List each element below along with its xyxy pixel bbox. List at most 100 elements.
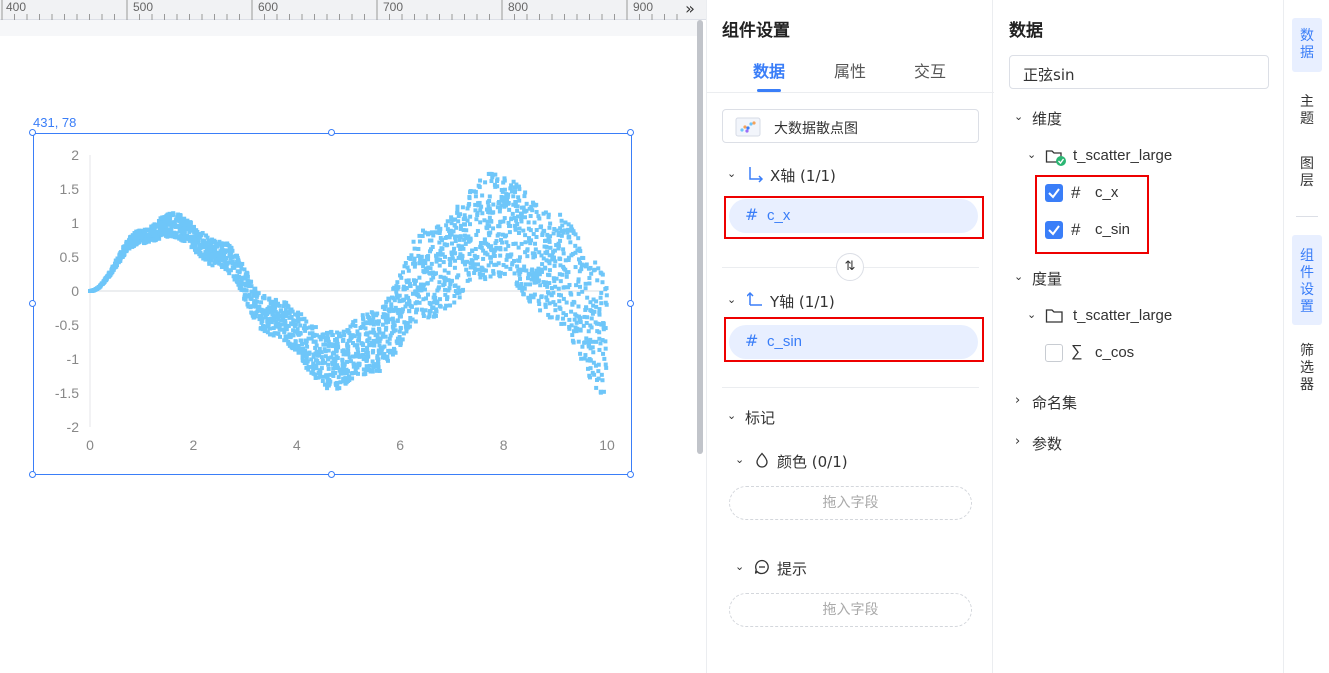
resize-handle-sw[interactable]	[29, 471, 36, 478]
scatter-point	[498, 245, 503, 250]
scatter-point	[234, 279, 239, 284]
scatter-point	[400, 270, 405, 275]
resize-handle-s[interactable]	[328, 471, 335, 478]
panel-title: 数据	[1009, 21, 1043, 41]
canvas-area[interactable]: 400 500 600 700 800 900 » 431, 78 2 1.5 1 0…	[0, 0, 706, 673]
scatter-point	[573, 243, 578, 248]
resize-handle-n[interactable]	[328, 129, 335, 136]
dataset-selector[interactable]: 正弦sin	[1009, 55, 1269, 89]
scatter-point	[371, 339, 376, 344]
rail-item-filters[interactable]: 筛选器	[1292, 343, 1322, 399]
tab-data[interactable]: 数据	[753, 58, 785, 82]
scatter-point	[567, 317, 572, 322]
scatter-point	[558, 212, 563, 217]
scatter-point	[554, 276, 559, 281]
scatter-point	[330, 344, 335, 349]
scatter-point	[395, 341, 400, 346]
chevron-right-icon[interactable]: ›	[1015, 393, 1020, 408]
chevron-down-icon[interactable]: ⌄	[1027, 308, 1036, 321]
chevron-down-icon[interactable]: ⌄	[1027, 148, 1036, 161]
scatter-point	[561, 247, 566, 252]
scatter-point	[580, 289, 585, 294]
chevron-right-icon[interactable]: ›	[1015, 434, 1020, 449]
scatter-point	[513, 226, 518, 231]
double-chevron-right-icon[interactable]: »	[680, 0, 700, 20]
scatter-point	[345, 329, 350, 334]
scatter-point	[364, 364, 369, 369]
scatter-point	[447, 286, 452, 291]
rail-item-component-settings[interactable]: 组件设置	[1292, 235, 1322, 325]
rail-item-layers[interactable]: 图层	[1292, 156, 1322, 196]
chart-type-selector[interactable]: 大数据散点图	[722, 109, 979, 143]
y-tick-label: -1	[67, 351, 80, 367]
chevron-down-icon[interactable]: ⌄	[735, 560, 744, 573]
scatter-point	[417, 288, 422, 293]
vertical-scrollbar[interactable]	[697, 20, 703, 454]
scatter-point	[363, 321, 368, 326]
resize-handle-ne[interactable]	[627, 129, 634, 136]
scatter-point	[334, 383, 339, 388]
scatter-point	[220, 258, 225, 263]
ruler-label: 900	[633, 0, 654, 14]
scatter-point	[404, 294, 409, 299]
named-sets-label[interactable]: 命名集	[1032, 392, 1077, 413]
tab-interaction[interactable]: 交互	[914, 58, 946, 82]
scatter-point	[384, 315, 389, 320]
tooltip-drop-zone[interactable]: 拖入字段	[729, 593, 972, 627]
rail-item-data[interactable]: 数据	[1292, 18, 1322, 72]
chevron-down-icon[interactable]: ⌄	[1014, 270, 1023, 283]
scatter-point	[402, 320, 407, 325]
scatter-point	[457, 295, 462, 300]
scatter-point	[602, 356, 607, 361]
scatter-point	[295, 313, 300, 318]
scatter-point	[417, 300, 422, 305]
scatter-point	[311, 352, 316, 357]
tab-properties[interactable]: 属性	[834, 58, 866, 82]
scatter-point	[576, 304, 581, 309]
dimension-table-name[interactable]: t_scatter_large	[1073, 147, 1172, 164]
scatter-point	[242, 293, 247, 298]
ruler-label: 800	[508, 0, 529, 14]
scatter-point	[226, 268, 231, 273]
chevron-down-icon[interactable]: ⌄	[727, 409, 736, 422]
chevron-down-icon[interactable]: ⌄	[727, 293, 736, 306]
resize-handle-se[interactable]	[627, 471, 634, 478]
y-axis-label: Y轴 (1/1)	[770, 293, 835, 311]
scatter-point	[523, 282, 528, 287]
scatter-point	[557, 299, 562, 304]
scatter-point	[428, 247, 433, 252]
color-drop-zone[interactable]: 拖入字段	[729, 486, 972, 520]
chevron-down-icon[interactable]: ⌄	[1014, 110, 1023, 123]
scatter-point	[380, 305, 385, 310]
component-settings-panel: 组件设置 数据 属性 交互 大数据散点图 ⌄ X轴 (1/1) # c_x ⇅ …	[706, 0, 994, 673]
chevron-down-icon[interactable]: ⌄	[735, 453, 744, 466]
measure-table-name[interactable]: t_scatter_large	[1073, 307, 1172, 324]
resize-handle-e[interactable]	[627, 300, 634, 307]
scatter-point	[319, 374, 324, 379]
scatter-point	[468, 261, 473, 266]
rail-item-theme[interactable]: 主题	[1292, 94, 1322, 134]
scatter-point	[553, 259, 558, 264]
scatter-point	[430, 305, 435, 310]
resize-handle-w[interactable]	[29, 300, 36, 307]
scatter-point	[361, 317, 366, 322]
chart-component[interactable]: 2 1.5 1 0.5 0 -0.5 -1 -1.5 -2 0 2 4 6 8 10	[33, 133, 632, 475]
swap-arrows-icon[interactable]: ⇅	[836, 253, 864, 281]
scatter-point	[335, 386, 340, 391]
parameters-label[interactable]: 参数	[1032, 433, 1062, 454]
scatter-point	[488, 171, 493, 176]
measure-field[interactable]: c_cos	[1095, 344, 1134, 361]
tooltip-label: 提示	[777, 560, 808, 578]
checkbox-unchecked[interactable]	[1045, 344, 1063, 362]
panel-title: 组件设置	[722, 21, 790, 41]
scatter-point	[437, 263, 442, 268]
scatter-point	[306, 336, 311, 341]
scatter-point	[401, 331, 406, 336]
scatter-point	[335, 344, 340, 349]
chevron-down-icon[interactable]: ⌄	[727, 167, 736, 180]
resize-handle-nw[interactable]	[29, 129, 36, 136]
y-tick-label: 0	[71, 283, 79, 299]
scatter-point	[343, 368, 348, 373]
scatter-point	[449, 217, 454, 222]
scatter-point	[452, 283, 457, 288]
